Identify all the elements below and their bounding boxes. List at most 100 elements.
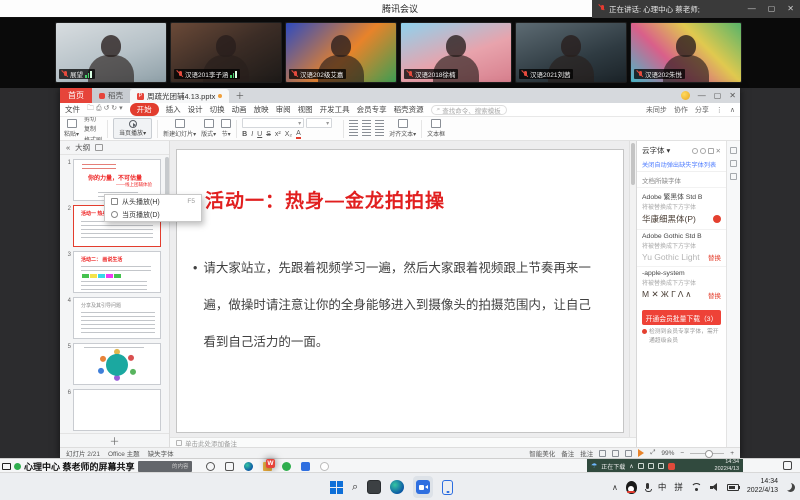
ribbon-tab-member[interactable]: 会员专享 xyxy=(357,104,387,115)
task-view-button[interactable] xyxy=(367,480,381,494)
start-button[interactable] xyxy=(330,481,343,494)
canvas-scrollbar[interactable] xyxy=(629,141,636,437)
font-name-select[interactable]: ▾ xyxy=(242,118,304,128)
reading-view-icon[interactable] xyxy=(625,450,632,457)
volume-icon[interactable] xyxy=(710,483,719,491)
pinned-app-icon[interactable] xyxy=(320,462,329,471)
superscript-button[interactable]: x² xyxy=(275,131,281,138)
cut-button[interactable]: 剪切 xyxy=(84,117,102,123)
task-view-icon[interactable] xyxy=(225,462,234,471)
bold-button[interactable]: B xyxy=(242,131,247,138)
ribbon-tab-insert[interactable]: 插入 xyxy=(166,104,181,115)
wps-close-button[interactable]: ✕ xyxy=(729,88,736,103)
participant-video[interactable]: 汉语201李子涵 xyxy=(170,22,282,83)
participant-video[interactable]: 汉语2018徐楠 xyxy=(400,22,512,83)
menu-item-play-from-start[interactable]: 从头播放(H) F5 xyxy=(105,195,201,208)
italic-button[interactable]: I xyxy=(251,131,253,138)
disable-autopop-link[interactable]: 关闭自动弹出缺失字体列表 xyxy=(637,158,726,171)
fit-slide-icon[interactable]: ⤢ xyxy=(650,449,655,457)
ribbon-tab-docer-res[interactable]: 稻壳资源 xyxy=(394,104,424,115)
indent-icon[interactable] xyxy=(375,120,384,128)
section-button[interactable]: 节▾ xyxy=(221,119,231,138)
focus-assist-icon[interactable] xyxy=(786,483,795,492)
underline-button[interactable]: U xyxy=(257,131,262,138)
ime-pinyin-indicator[interactable]: 拼 xyxy=(674,481,683,493)
participant-video[interactable]: 汉语202级艾嘉 xyxy=(285,22,397,83)
microphone-tray-icon[interactable] xyxy=(645,483,650,492)
layout-button[interactable]: 版式▾ xyxy=(201,119,216,138)
clock[interactable]: 14:34 2022/4/13 xyxy=(747,478,778,496)
close-button[interactable]: ✕ xyxy=(787,0,794,18)
slide-thumbnail-row[interactable]: 6 xyxy=(62,389,167,431)
play-current-slide-button[interactable]: 当页播放▾ xyxy=(113,118,152,139)
slide-6-thumbnail[interactable] xyxy=(73,389,161,431)
participant-video[interactable]: 汉语202朱悦 xyxy=(630,22,742,83)
wps-docer-tab[interactable]: 稻壳 xyxy=(92,88,130,103)
meeting-app-icon[interactable] xyxy=(301,462,310,471)
slides-view-icon[interactable] xyxy=(95,144,103,151)
strike-button[interactable]: S xyxy=(266,131,271,138)
minimize-button[interactable]: — xyxy=(748,0,756,18)
zoom-slider[interactable] xyxy=(690,453,724,454)
battery-icon[interactable] xyxy=(727,484,739,491)
selection-pane-icon[interactable] xyxy=(730,173,737,180)
notes-bar[interactable]: 单击此处添加备注 xyxy=(170,437,636,447)
ribbon-tab-design[interactable]: 设计 xyxy=(188,104,203,115)
tray-overflow-chevron[interactable]: ∧ xyxy=(612,483,618,492)
scrollbar-thumb[interactable] xyxy=(631,143,635,185)
ribbon-tab-home[interactable]: 开始 xyxy=(130,103,159,116)
menu-item-play-current[interactable]: 当页播放(D) xyxy=(105,208,201,221)
theme-name[interactable]: Office 主题 xyxy=(108,448,140,458)
collaborate-button[interactable]: 协作 xyxy=(674,105,688,115)
collapse-panel-icon[interactable]: « xyxy=(66,143,70,152)
zoom-out-button[interactable]: − xyxy=(680,450,684,457)
paste-button[interactable]: 粘贴▾ xyxy=(64,119,79,138)
align-text-button[interactable]: 对齐文本▾ xyxy=(389,119,416,138)
pin-icon[interactable] xyxy=(708,148,714,154)
member-batch-download-button[interactable]: 开通会员批量下载（3） xyxy=(642,310,721,325)
new-tab-button[interactable]: ＋ xyxy=(229,88,250,103)
search-icon[interactable] xyxy=(206,462,215,471)
font-color-button[interactable]: A xyxy=(296,130,301,139)
normal-view-icon[interactable] xyxy=(599,450,606,457)
properties-icon[interactable] xyxy=(730,147,737,154)
outline-tab[interactable]: 大纲 xyxy=(75,142,90,153)
file-menu[interactable]: 文件 xyxy=(65,104,80,115)
new-slide-button[interactable]: 新建幻灯片▾ xyxy=(163,119,196,138)
slide-4-thumbnail[interactable]: 分享及其引导问题 xyxy=(73,297,161,339)
subscript-button[interactable]: X₂ xyxy=(285,131,292,138)
slide-thumbnail-row[interactable]: 3 活动二： 画说生活 xyxy=(62,251,167,293)
collapse-ribbon-icon[interactable]: ∧ xyxy=(730,106,735,114)
slide-3-thumbnail[interactable]: 活动二： 画说生活 xyxy=(73,251,161,293)
download-font-icon[interactable] xyxy=(713,215,721,223)
gear-icon[interactable] xyxy=(700,148,706,154)
quick-access-toolbar[interactable]: 🗀 ⎙ ↺ ↻ ▾ xyxy=(87,104,123,115)
ribbon-tab-transition[interactable]: 切换 xyxy=(210,104,225,115)
participant-video[interactable]: 汉语2021刘茜 xyxy=(515,22,627,83)
notification-badge-icon[interactable] xyxy=(668,463,675,470)
sorter-view-icon[interactable] xyxy=(612,450,619,457)
share-button[interactable]: 分享 xyxy=(695,105,709,115)
slideshow-play-icon[interactable] xyxy=(638,449,644,457)
slide-body-text[interactable]: • 请大家站立，先跟着视频学习一遍，然后大家跟着视频跟上节奏再来一遍，做操时请注… xyxy=(193,250,601,361)
qq-icon[interactable] xyxy=(626,481,637,494)
zoom-in-button[interactable]: + xyxy=(730,450,734,457)
wps-minimize-button[interactable]: — xyxy=(698,88,706,103)
bullet-list-icon[interactable] xyxy=(349,120,358,128)
ribbon-tab-developer[interactable]: 开发工具 xyxy=(320,104,350,115)
display-tray-icon[interactable] xyxy=(658,463,664,469)
edge-browser-icon[interactable] xyxy=(244,462,253,471)
notes-toggle[interactable]: 备注 xyxy=(561,448,574,458)
replace-font-button[interactable]: 替换 xyxy=(708,290,721,300)
line-spacing-icon[interactable] xyxy=(375,129,384,137)
action-center-icon[interactable] xyxy=(783,461,792,470)
chevron-down-icon[interactable]: ▾ xyxy=(667,146,671,155)
taskbar-search-icon[interactable]: ⌕ xyxy=(352,481,358,494)
ribbon-tab-animation[interactable]: 动画 xyxy=(232,104,247,115)
number-list-icon[interactable] xyxy=(362,120,371,128)
maximize-button[interactable]: ▢ xyxy=(768,0,776,18)
wps-app-icon[interactable]: W xyxy=(266,459,275,468)
sync-status-button[interactable]: 未同步 xyxy=(646,105,667,115)
slide-thumbnail-row[interactable]: 5 xyxy=(62,343,167,385)
animation-pane-icon[interactable] xyxy=(730,160,737,167)
